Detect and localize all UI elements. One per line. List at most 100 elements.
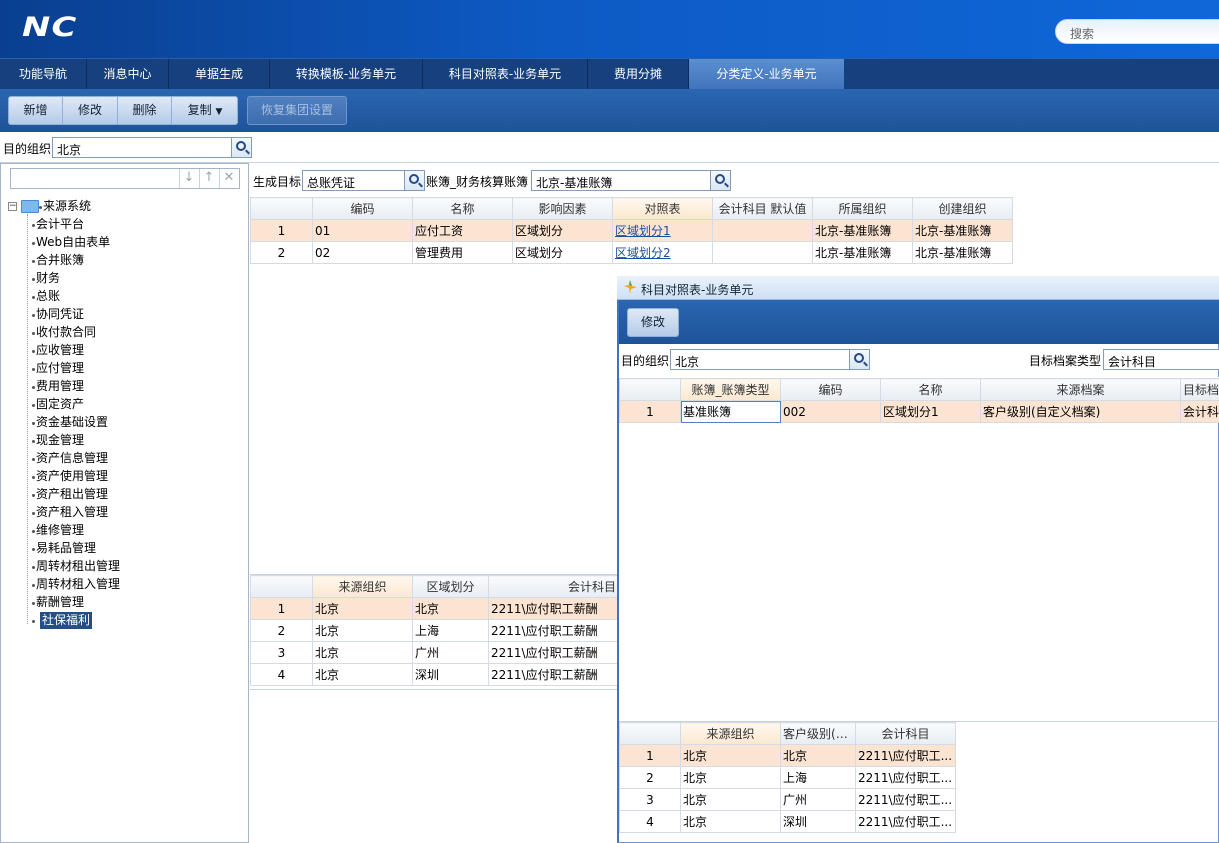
cell-subject[interactable]: 2211\应付职工...: [855, 788, 956, 811]
tree-item[interactable]: 应付管理: [31, 360, 84, 377]
cell-org[interactable]: 北京: [312, 597, 413, 620]
tree-item[interactable]: 周转材租出管理: [31, 558, 120, 575]
arrow-down-icon[interactable]: ↓: [179, 169, 198, 188]
tab-category-definition[interactable]: 分类定义-业务单元: [689, 59, 844, 90]
col-header[interactable]: 会计科目: [855, 722, 956, 745]
target-field[interactable]: 总账凭证: [302, 170, 425, 191]
target-ref-button[interactable]: [404, 171, 424, 190]
tab-convert-template[interactable]: 转换模板-业务单元: [270, 59, 423, 90]
tab-function-nav[interactable]: 功能导航: [0, 59, 87, 90]
copy-button[interactable]: 复制 ▼: [172, 97, 238, 124]
cell-name[interactable]: 区域划分1: [880, 400, 981, 423]
tree-item[interactable]: 财务: [31, 270, 60, 287]
tree-item[interactable]: 协同凭证: [31, 306, 84, 323]
tree-item[interactable]: 应收管理: [31, 342, 84, 359]
cell-source[interactable]: 客户级别(自定义档案): [980, 400, 1181, 423]
tree-root-source-system[interactable]: 来源系统: [38, 198, 91, 215]
col-header[interactable]: 创建组织: [912, 197, 1013, 220]
cell-org[interactable]: 北京: [680, 766, 781, 789]
org-field[interactable]: 北京: [52, 137, 252, 158]
tree-item[interactable]: 合并账簿: [31, 252, 84, 269]
cell-target[interactable]: 会计科: [1180, 400, 1219, 423]
cell-subject[interactable]: 2211\应付职工薪酬: [488, 641, 619, 664]
popup-org-field[interactable]: 北京: [670, 349, 870, 370]
col-header[interactable]: 来源组织: [680, 722, 781, 745]
cell-mapping-link[interactable]: 区域划分2: [612, 241, 713, 264]
book-field[interactable]: 北京-基准账簿: [531, 170, 731, 191]
tree-item[interactable]: 周转材租入管理: [31, 576, 120, 593]
cell-name[interactable]: 管理费用: [412, 241, 513, 264]
cell-factor[interactable]: 区域划分: [512, 241, 613, 264]
cell-org[interactable]: 北京-基准账簿: [812, 241, 913, 264]
popup-org-ref-button[interactable]: [849, 350, 869, 369]
tree-item[interactable]: 资产使用管理: [31, 468, 108, 485]
cell-region[interactable]: 深圳: [412, 663, 489, 686]
table-row[interactable]: 1 北京 北京 2211\应付职工...: [619, 744, 956, 767]
col-header[interactable]: 编码: [312, 197, 413, 220]
table-row[interactable]: 4 北京 深圳 2211\应付职工薪酬: [250, 663, 619, 686]
cell-subject[interactable]: 2211\应付职工薪酬: [488, 663, 619, 686]
table-row[interactable]: 2 02 管理费用 区域划分 区域划分2 北京-基准账簿 北京-基准账簿: [250, 241, 1013, 264]
table-row[interactable]: 1 01 应付工资 区域划分 区域划分1 北京-基准账簿 北京-基准账簿: [250, 219, 1013, 242]
tree-filter-input[interactable]: ↓ ↑ ✕: [10, 168, 240, 189]
col-header[interactable]: 目标档: [1180, 378, 1219, 401]
tree-item[interactable]: 会计平台: [31, 216, 84, 233]
cell-code[interactable]: 01: [312, 219, 413, 242]
cell-region[interactable]: 北京: [412, 597, 489, 620]
col-header[interactable]: 来源组织: [312, 575, 413, 598]
book-ref-button[interactable]: [710, 171, 730, 190]
org-ref-button[interactable]: [231, 138, 251, 157]
cell-level[interactable]: 北京: [780, 744, 856, 767]
cell-subject[interactable]: 2211\应付职工薪酬: [488, 619, 619, 642]
col-header[interactable]: 所属组织: [812, 197, 913, 220]
cell-factor[interactable]: 区域划分: [512, 219, 613, 242]
tree-item[interactable]: 总账: [31, 288, 60, 305]
cell-level[interactable]: 上海: [780, 766, 856, 789]
col-header[interactable]: 来源档案: [980, 378, 1181, 401]
cell-org[interactable]: 北京: [312, 663, 413, 686]
tab-voucher-generate[interactable]: 单据生成: [169, 59, 270, 90]
tree-item[interactable]: 收付款合同: [31, 324, 96, 341]
cell-org[interactable]: 北京: [312, 641, 413, 664]
table-row[interactable]: 4 北京 深圳 2211\应付职工...: [619, 810, 956, 833]
tree-item[interactable]: 现金管理: [31, 432, 84, 449]
tree-item[interactable]: 社保福利: [31, 612, 93, 629]
col-header[interactable]: 会计科目 默认值: [712, 197, 813, 220]
popup-type-field[interactable]: 会计科目: [1103, 349, 1219, 370]
tree-item[interactable]: 资产信息管理: [31, 450, 108, 467]
table-row[interactable]: 3 北京 广州 2211\应付职工薪酬: [250, 641, 619, 664]
table-row[interactable]: 3 北京 广州 2211\应付职工...: [619, 788, 956, 811]
tree-item[interactable]: 固定资产: [31, 396, 84, 413]
col-header[interactable]: 名称: [412, 197, 513, 220]
cell-org[interactable]: 北京-基准账簿: [812, 219, 913, 242]
tree-item[interactable]: 易耗品管理: [31, 540, 96, 557]
cell-code[interactable]: 002: [780, 400, 881, 423]
arrow-up-icon[interactable]: ↑: [199, 169, 218, 188]
cell-subject[interactable]: 2211\应付职工...: [855, 810, 956, 833]
col-header[interactable]: 区域划分: [412, 575, 489, 598]
tree-item[interactable]: 资产租出管理: [31, 486, 108, 503]
cell-default[interactable]: [712, 241, 813, 264]
table-row[interactable]: 1 北京 北京 2211\应付职工薪酬: [250, 597, 619, 620]
tab-subject-mapping[interactable]: 科目对照表-业务单元: [423, 59, 588, 90]
table-row[interactable]: 2 北京 上海 2211\应付职工...: [619, 766, 956, 789]
edit-button[interactable]: 修改: [63, 97, 118, 124]
cell-create-org[interactable]: 北京-基准账簿: [912, 241, 1013, 264]
tree-item[interactable]: 资产租入管理: [31, 504, 108, 521]
tab-message-center[interactable]: 消息中心: [87, 59, 169, 90]
global-search-input[interactable]: 搜索: [1055, 19, 1219, 44]
add-button[interactable]: 新增: [9, 97, 63, 124]
cell-org[interactable]: 北京: [680, 810, 781, 833]
tree-item[interactable]: 资金基础设置: [31, 414, 108, 431]
col-header[interactable]: 客户级别(自...: [780, 722, 856, 745]
cell-level[interactable]: 深圳: [780, 810, 856, 833]
popup-title-bar[interactable]: 科目对照表-业务单元: [617, 276, 1219, 300]
cell-code[interactable]: 02: [312, 241, 413, 264]
col-header[interactable]: 编码: [780, 378, 881, 401]
tree-item[interactable]: 维修管理: [31, 522, 84, 539]
cell-subject[interactable]: 2211\应付职工...: [855, 744, 956, 767]
cell-org[interactable]: 北京: [680, 744, 781, 767]
table-row[interactable]: 2 北京 上海 2211\应付职工薪酬: [250, 619, 619, 642]
tree-item[interactable]: 薪酬管理: [31, 594, 84, 611]
col-header[interactable]: 影响因素: [512, 197, 613, 220]
